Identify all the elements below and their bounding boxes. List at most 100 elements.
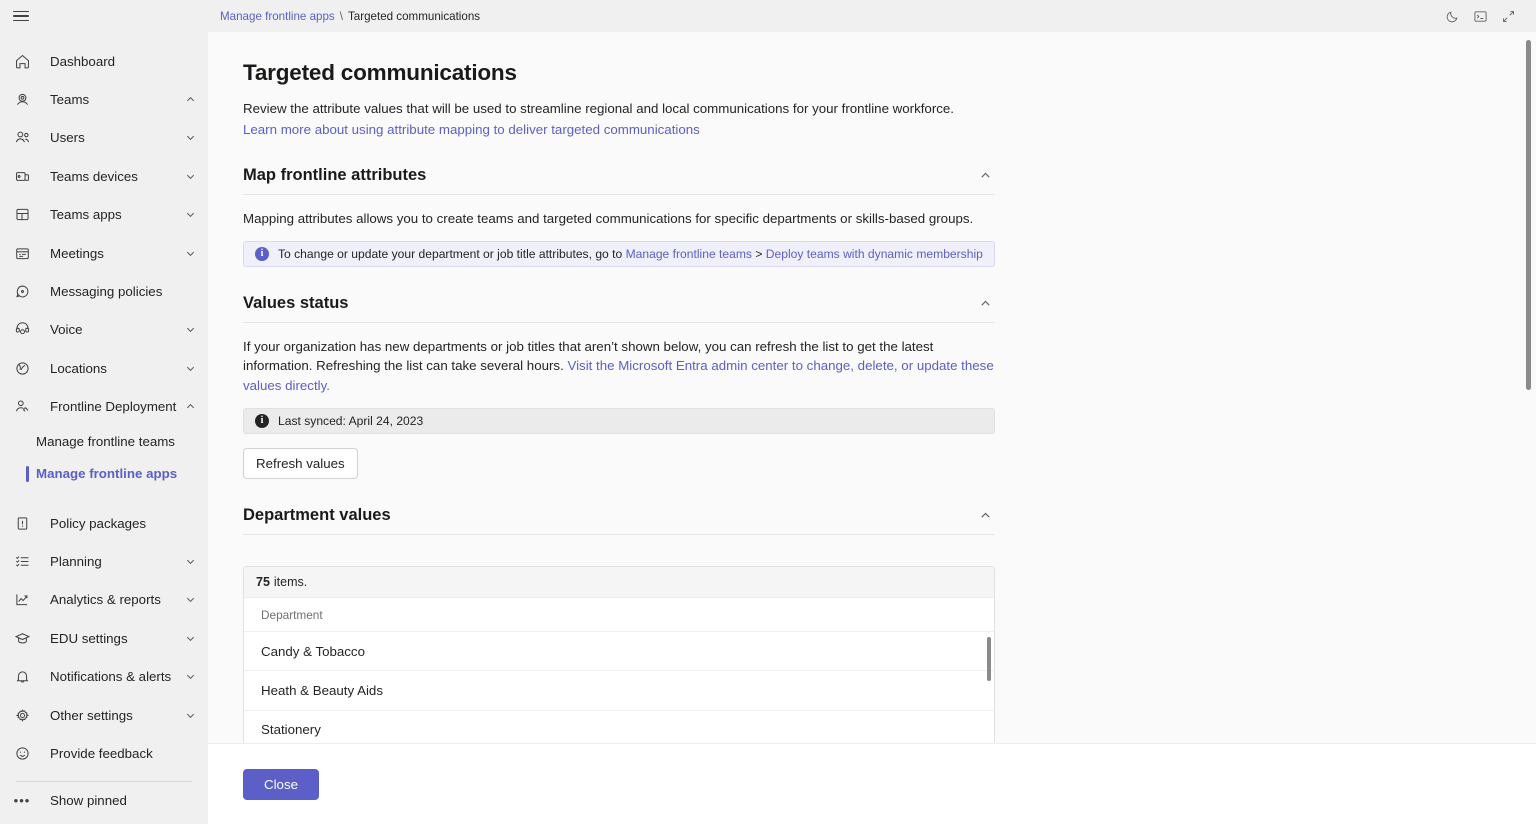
item-count-value: 75 xyxy=(256,575,270,589)
sidebar-item-voice[interactable]: Voice xyxy=(0,311,208,349)
sidebar-item-label: Frontline Deployment xyxy=(50,399,177,415)
sidebar-subitem-manage-frontline-apps[interactable]: Manage frontline apps xyxy=(0,458,208,490)
sidebar-subitem-label: Manage frontline apps xyxy=(36,466,178,482)
chevron-down-icon[interactable] xyxy=(184,209,196,221)
sidebar-item-meetings[interactable]: Meetings xyxy=(0,234,208,272)
close-button[interactable]: Close xyxy=(243,768,319,800)
last-synced-text: Last synced: April 24, 2023 xyxy=(278,414,424,428)
sidebar-item-notifications-alerts[interactable]: Notifications & alerts xyxy=(0,657,208,695)
section-title: Values status xyxy=(243,294,349,313)
sidebar-item-messaging-policies[interactable]: Messaging policies xyxy=(0,272,208,310)
section-title: Map frontline attributes xyxy=(243,165,427,184)
refresh-values-button[interactable]: Refresh values xyxy=(243,448,358,479)
info-icon: i xyxy=(255,414,269,428)
sidebar-item-teams-apps[interactable]: Teams apps xyxy=(0,196,208,234)
chevron-up-icon[interactable] xyxy=(977,508,993,524)
sidebar-item-teams[interactable]: Teams xyxy=(0,80,208,118)
last-synced-bar: i Last synced: April 24, 2023 xyxy=(243,408,995,434)
page-footer: Close xyxy=(208,744,1536,824)
section-header[interactable]: Map frontline attributes xyxy=(243,166,995,195)
deploy-teams-dynamic-membership-link[interactable]: Deploy teams with dynamic membership xyxy=(766,247,983,261)
sidebar-subitem-manage-frontline-teams[interactable]: Manage frontline teams xyxy=(0,426,208,458)
sidebar-item-label: Policy packages xyxy=(50,515,147,531)
planning-icon xyxy=(12,551,32,571)
table-scrollbar-thumb[interactable] xyxy=(987,637,991,681)
hamburger-menu-icon[interactable] xyxy=(12,6,32,26)
info-message-text: To change or update your department or j… xyxy=(278,247,983,261)
breadcrumb-separator: \ xyxy=(339,9,343,23)
chevron-down-icon[interactable] xyxy=(184,362,196,374)
section-body: If your organization has new departments… xyxy=(243,323,995,479)
section-header[interactable]: Department values xyxy=(243,506,995,535)
page-scrollbar-thumb[interactable] xyxy=(1526,40,1531,390)
chevron-up-icon[interactable] xyxy=(977,167,993,183)
sidebar-item-edu-settings[interactable]: EDU settings xyxy=(0,619,208,657)
sidebar-item-label: Teams devices xyxy=(50,168,138,184)
chevron-down-icon[interactable] xyxy=(184,132,196,144)
table-row[interactable]: Heath & Beauty Aids xyxy=(244,671,994,711)
manage-frontline-teams-link[interactable]: Manage frontline teams xyxy=(626,247,752,261)
table-body: Candy & Tobacco Heath & Beauty Aids Stat… xyxy=(244,632,994,743)
sidebar-item-label: Teams xyxy=(50,92,90,108)
sidebar-item-provide-feedback[interactable]: Provide feedback xyxy=(0,734,208,772)
sidebar-item-planning[interactable]: Planning xyxy=(0,542,208,580)
chevron-down-icon[interactable] xyxy=(184,247,196,259)
section-department-values: Department values 75 items. Department C… xyxy=(243,506,995,743)
sidebar-item-teams-devices[interactable]: Teams devices xyxy=(0,157,208,195)
sidebar-item-label: Other settings xyxy=(50,707,133,723)
chevron-down-icon[interactable] xyxy=(184,632,196,644)
device-icon xyxy=(12,166,32,186)
sidebar-item-frontline-deployment[interactable]: Frontline Deployment xyxy=(0,388,208,426)
chevron-down-icon[interactable] xyxy=(184,324,196,336)
breadcrumb-current: Targeted communications xyxy=(347,9,481,23)
table-row[interactable]: Stationery xyxy=(244,711,994,743)
users-icon xyxy=(12,128,32,148)
page-content: Targeted communications Review the attri… xyxy=(243,60,995,743)
chevron-down-icon[interactable] xyxy=(184,555,196,567)
console-icon[interactable] xyxy=(1466,2,1494,30)
sidebar-item-locations[interactable]: Locations xyxy=(0,349,208,387)
cell-department: Heath & Beauty Aids xyxy=(261,682,383,698)
chevron-down-icon[interactable] xyxy=(184,709,196,721)
show-pinned-button[interactable]: ••• Show pinned xyxy=(0,782,208,820)
sidebar-item-users[interactable]: Users xyxy=(0,119,208,157)
learn-more-link[interactable]: Learn more about using attribute mapping… xyxy=(243,122,700,137)
sidebar-item-other-settings[interactable]: Other settings xyxy=(0,696,208,734)
sidebar-item-label: Dashboard xyxy=(50,53,116,69)
smiley-icon xyxy=(12,743,32,763)
chevron-up-icon[interactable] xyxy=(977,296,993,312)
table-row[interactable]: Candy & Tobacco xyxy=(244,632,994,672)
chevron-up-icon[interactable] xyxy=(184,94,196,106)
apps-icon xyxy=(12,205,32,225)
breadcrumb-link-manage-frontline-apps[interactable]: Manage frontline apps xyxy=(220,10,335,23)
map-attributes-description: Mapping attributes allows you to create … xyxy=(243,210,974,226)
teams-icon xyxy=(12,90,32,110)
section-header[interactable]: Values status xyxy=(243,294,995,324)
expand-icon[interactable] xyxy=(1494,2,1522,30)
dark-mode-icon[interactable] xyxy=(1438,2,1466,30)
chevron-down-icon[interactable] xyxy=(184,170,196,182)
chat-icon xyxy=(12,282,32,302)
chevron-down-icon[interactable] xyxy=(184,594,196,606)
sidebar-item-policy-packages[interactable]: Policy packages xyxy=(0,504,208,542)
sidebar-item-label: Meetings xyxy=(50,245,104,261)
content-scroll-area[interactable]: Targeted communications Review the attri… xyxy=(208,32,1536,744)
chevron-up-icon[interactable] xyxy=(184,401,196,413)
sidebar-item-label: Voice xyxy=(50,322,83,338)
phone-icon xyxy=(12,320,32,340)
analytics-icon xyxy=(12,590,32,610)
cell-department: Stationery xyxy=(261,722,321,738)
section-title: Department values xyxy=(243,506,391,524)
chevron-down-icon[interactable] xyxy=(184,671,196,683)
item-count-suffix: items. xyxy=(273,575,308,589)
table-column-header[interactable]: Department xyxy=(244,598,994,632)
values-status-description: If your organization has new departments… xyxy=(243,337,995,395)
sidebar-nav: Dashboard Teams Users Teams devices Team… xyxy=(0,32,208,820)
show-pinned-label: Show pinned xyxy=(50,793,127,809)
cell-department: Candy & Tobacco xyxy=(261,643,365,659)
sidebar-item-label: Analytics & reports xyxy=(50,592,161,608)
topbar: Manage frontline apps \ Targeted communi… xyxy=(208,0,1536,32)
sidebar-item-analytics-reports[interactable]: Analytics & reports xyxy=(0,581,208,619)
section-body: Mapping attributes allows you to create … xyxy=(243,195,995,268)
sidebar-item-dashboard[interactable]: Dashboard xyxy=(0,42,208,80)
